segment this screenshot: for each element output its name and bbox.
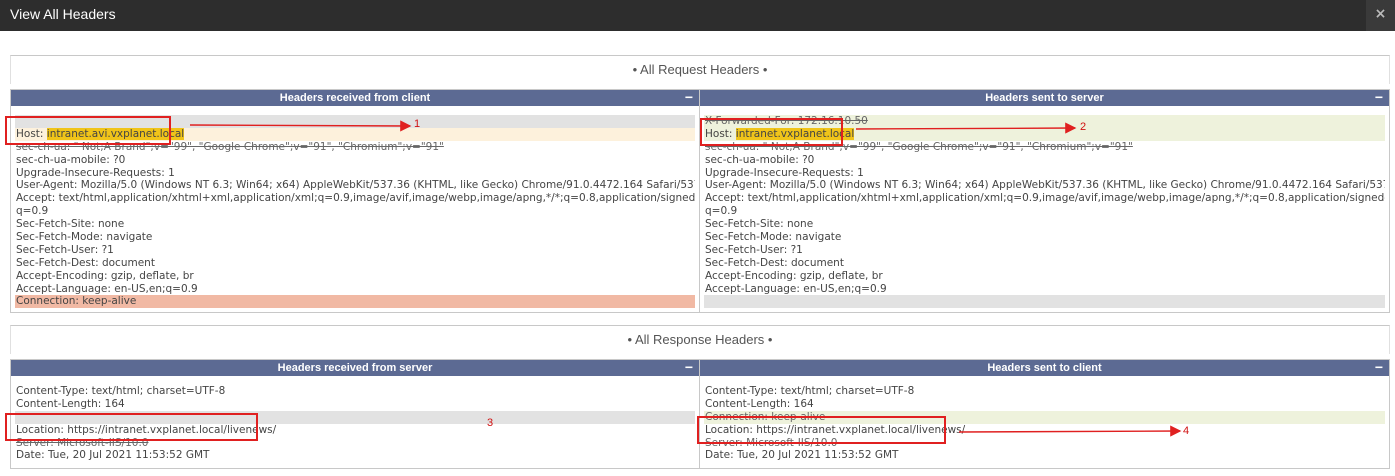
header-line: sec-ch-ua-mobile: ?0	[16, 153, 126, 166]
request-headers-section-title: • All Request Headers •	[10, 55, 1390, 84]
header-line: Sec-Fetch-Site: none	[705, 218, 814, 231]
dialog-title: View All Headers	[10, 6, 116, 22]
header-line: User-Agent: Mozilla/5.0 (Windows NT 6.3;…	[16, 179, 695, 192]
blank-row	[704, 295, 1385, 309]
header-line: Sec-Fetch-Mode: navigate	[705, 231, 842, 244]
date-row: Date: Tue, 20 Jul 2021 11:53:52 GMT	[705, 449, 899, 462]
header-line: Accept-Encoding: gzip, deflate, br	[16, 269, 194, 282]
header-line: Sec-Fetch-Site: none	[16, 218, 125, 231]
header-line: Content-Type: text/html; charset=UTF-8	[705, 385, 915, 397]
header-line: Content-Length: 164	[16, 397, 125, 410]
collapse-icon[interactable]: −	[685, 359, 693, 375]
annotation-number-1: 1	[414, 118, 421, 130]
header-line: Accept-Encoding: gzip, deflate, br	[705, 269, 883, 282]
annotation-number-2: 2	[1080, 121, 1087, 133]
response-headers-section-title: • All Response Headers •	[10, 325, 1390, 354]
header-line: Sec-Fetch-Dest: document	[16, 256, 155, 269]
header-line: User-Agent: Mozilla/5.0 (Windows NT 6.3;…	[705, 179, 1385, 192]
panel-header: Headers received from server −	[11, 359, 699, 376]
annotation-box-1	[5, 116, 171, 145]
panel-header: Headers sent to server −	[700, 89, 1389, 106]
annotation-box-2	[700, 118, 843, 146]
header-line: Accept: text/html,application/xhtml+xml,…	[16, 192, 695, 205]
close-icon[interactable]: ×	[1366, 0, 1395, 31]
header-line: Accept-Language: en-US,en;q=0.9	[16, 282, 198, 295]
header-line: Accept: text/html,application/xhtml+xml,…	[705, 192, 1385, 205]
panel-header-label: Headers received from client	[279, 92, 431, 104]
annotation-number-4: 4	[1183, 425, 1190, 437]
panel-header-label: Headers received from server	[277, 362, 433, 374]
request-section-label: • All Request Headers •	[632, 62, 768, 77]
annotation-box-4	[697, 416, 946, 444]
header-line: Upgrade-Insecure-Requests: 1	[705, 166, 864, 179]
header-line: Sec-Fetch-User: ?1	[16, 243, 114, 256]
panel-header: Headers sent to client −	[700, 359, 1389, 376]
panel-header-label: Headers sent to client	[987, 362, 1102, 374]
collapse-icon[interactable]: −	[1375, 359, 1383, 375]
header-line: Sec-Fetch-User: ?1	[705, 243, 803, 256]
header-line: Content-Type: text/html; charset=UTF-8	[16, 385, 226, 397]
dialog-titlebar: View All Headers ×	[0, 0, 1395, 31]
connection-row: Connection: keep-alive	[15, 295, 695, 309]
header-line: Content-Length: 164	[705, 397, 814, 410]
header-line: sec-ch-ua-mobile: ?0	[705, 153, 815, 166]
collapse-icon[interactable]: −	[1375, 89, 1383, 105]
panel-header: Headers received from client −	[11, 89, 699, 106]
annotation-number-3: 3	[487, 417, 494, 429]
header-line: Accept-Language: en-US,en;q=0.9	[705, 282, 887, 295]
header-line: q=0.9	[705, 205, 738, 218]
collapse-icon[interactable]: −	[685, 89, 693, 105]
header-line: q=0.9	[16, 205, 49, 218]
annotation-box-3	[5, 413, 258, 441]
header-line: Sec-Fetch-Dest: document	[705, 256, 844, 269]
header-line: Sec-Fetch-Mode: navigate	[16, 231, 153, 244]
date-row: Date: Tue, 20 Jul 2021 11:53:52 GMT	[16, 449, 210, 462]
header-line: Upgrade-Insecure-Requests: 1	[16, 166, 175, 179]
client-response-panel: Headers sent to client − Content-Type: t…	[699, 359, 1390, 469]
response-section-label: • All Response Headers •	[627, 332, 773, 347]
panel-header-label: Headers sent to server	[985, 92, 1104, 104]
